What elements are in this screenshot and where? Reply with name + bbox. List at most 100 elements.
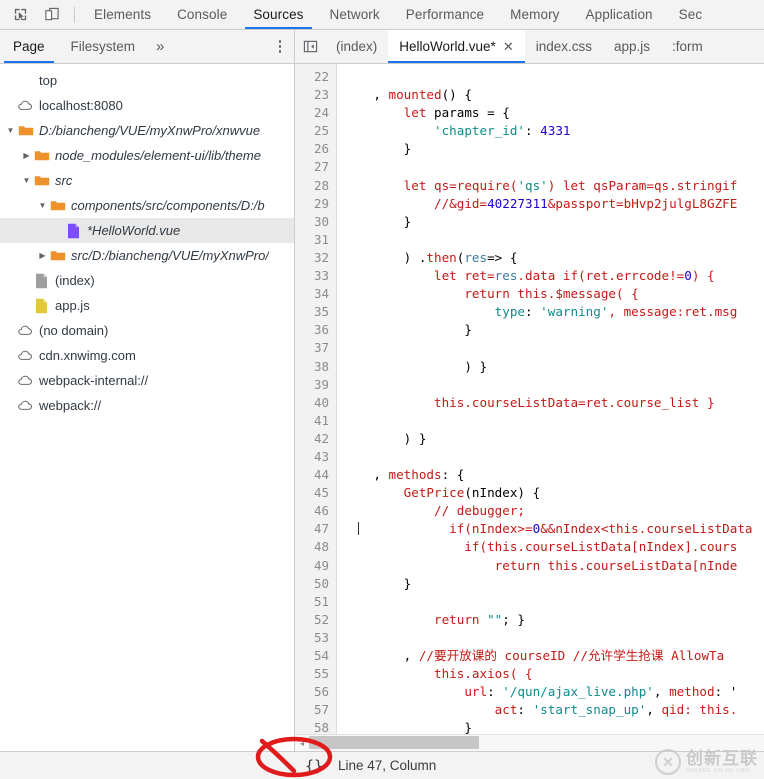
line-number[interactable]: 33 bbox=[295, 267, 329, 285]
code-line[interactable]: return this.courseListData[nInde bbox=[343, 557, 764, 575]
code-line[interactable]: return this.$message( { bbox=[343, 285, 764, 303]
tree-item[interactable]: app.js bbox=[0, 293, 294, 318]
line-number[interactable]: 22 bbox=[295, 68, 329, 86]
tree-item[interactable]: (no domain) bbox=[0, 318, 294, 343]
scroll-left-arrow-icon[interactable]: ◂ bbox=[295, 739, 309, 748]
code-line[interactable]: this.courseListData=ret.course_list } bbox=[343, 394, 764, 412]
line-number[interactable]: 48 bbox=[295, 538, 329, 556]
code-line[interactable]: if(this.courseListData[nIndex].cours bbox=[343, 538, 764, 556]
line-number[interactable]: 54 bbox=[295, 647, 329, 665]
code-line[interactable]: type: 'warning', message:ret.msg bbox=[343, 303, 764, 321]
code-line[interactable] bbox=[343, 412, 764, 430]
scrollbar-thumb[interactable] bbox=[309, 736, 479, 749]
line-number[interactable]: 42 bbox=[295, 430, 329, 448]
code-line[interactable]: return ""; } bbox=[343, 611, 764, 629]
code-line[interactable]: , mounted() { bbox=[343, 86, 764, 104]
tree-item[interactable]: webpack:// bbox=[0, 393, 294, 418]
line-number[interactable]: 47 bbox=[295, 520, 329, 538]
line-number[interactable]: 25 bbox=[295, 122, 329, 140]
code-line[interactable]: url: '/qun/ajax_live.php', method: ' bbox=[343, 683, 764, 701]
code-editor[interactable]: 2223242526272829303132333435363738394041… bbox=[295, 64, 764, 734]
code-line[interactable]: } bbox=[343, 321, 764, 339]
code-line[interactable]: let ret=res.data if(ret.errcode!=0) { bbox=[343, 267, 764, 285]
inspect-element-icon[interactable] bbox=[7, 3, 33, 27]
chevron-right-icon[interactable]: ▶ bbox=[20, 151, 33, 160]
tab-security[interactable]: Sec bbox=[666, 0, 716, 29]
line-number[interactable]: 50 bbox=[295, 575, 329, 593]
tree-item[interactable]: *HelloWorld.vue bbox=[0, 218, 294, 243]
code-content[interactable]: , mounted() { let params = { 'chapter_id… bbox=[337, 64, 764, 734]
pretty-print-button[interactable]: {} bbox=[301, 755, 327, 776]
close-icon[interactable]: ✕ bbox=[503, 40, 514, 53]
code-line[interactable]: } bbox=[343, 140, 764, 158]
line-number[interactable]: 43 bbox=[295, 448, 329, 466]
code-line[interactable] bbox=[343, 68, 764, 86]
line-number[interactable]: 40 bbox=[295, 394, 329, 412]
tab-elements[interactable]: Elements bbox=[81, 0, 164, 29]
line-number[interactable]: 41 bbox=[295, 412, 329, 430]
chevron-down-icon[interactable]: ▼ bbox=[4, 126, 17, 135]
code-line[interactable] bbox=[343, 158, 764, 176]
show-navigator-icon[interactable] bbox=[295, 30, 325, 63]
line-number[interactable]: 26 bbox=[295, 140, 329, 158]
editor-tab-form[interactable]: :form bbox=[661, 30, 714, 63]
line-number[interactable]: 46 bbox=[295, 502, 329, 520]
device-toolbar-icon[interactable] bbox=[39, 3, 65, 27]
tab-sources[interactable]: Sources bbox=[240, 0, 316, 29]
tab-console[interactable]: Console bbox=[164, 0, 240, 29]
code-line[interactable]: let qs=require('qs') let qsParam=qs.stri… bbox=[343, 177, 764, 195]
line-number[interactable]: 44 bbox=[295, 466, 329, 484]
line-number[interactable]: 49 bbox=[295, 557, 329, 575]
tab-memory[interactable]: Memory bbox=[497, 0, 572, 29]
tree-item[interactable]: ▶node_modules/element-ui/lib/theme bbox=[0, 143, 294, 168]
code-line[interactable]: , methods: { bbox=[343, 466, 764, 484]
line-number[interactable]: 45 bbox=[295, 484, 329, 502]
tree-item[interactable]: ▶src/D:/biancheng/VUE/myXnwPro/ bbox=[0, 243, 294, 268]
line-number[interactable]: 52 bbox=[295, 611, 329, 629]
code-line[interactable] bbox=[343, 448, 764, 466]
code-line[interactable]: if(nIndex>=0&&nIndex<this.courseListData bbox=[343, 520, 764, 538]
line-number[interactable]: 37 bbox=[295, 339, 329, 357]
line-number[interactable]: 35 bbox=[295, 303, 329, 321]
tab-network[interactable]: Network bbox=[317, 0, 393, 29]
nav-more-tabs-icon[interactable]: » bbox=[148, 30, 172, 63]
code-line[interactable]: ) .then(res=> { bbox=[343, 249, 764, 267]
chevron-down-icon[interactable]: ▼ bbox=[20, 176, 33, 185]
code-line[interactable]: ) } bbox=[343, 430, 764, 448]
line-number[interactable]: 56 bbox=[295, 683, 329, 701]
line-number[interactable]: 34 bbox=[295, 285, 329, 303]
code-line[interactable] bbox=[343, 629, 764, 647]
code-line[interactable]: ) } bbox=[343, 358, 764, 376]
tree-item[interactable]: webpack-internal:// bbox=[0, 368, 294, 393]
editor-tab-app-js[interactable]: app.js bbox=[603, 30, 661, 63]
tree-item[interactable]: ▼src bbox=[0, 168, 294, 193]
tree-item[interactable]: cdn.xnwimg.com bbox=[0, 343, 294, 368]
tab-application[interactable]: Application bbox=[573, 0, 666, 29]
line-number[interactable]: 30 bbox=[295, 213, 329, 231]
code-line[interactable]: } bbox=[343, 213, 764, 231]
nav-tab-filesystem[interactable]: Filesystem bbox=[58, 30, 149, 63]
code-line[interactable]: } bbox=[343, 719, 764, 734]
line-number[interactable]: 32 bbox=[295, 249, 329, 267]
editor-tab-index[interactable]: (index) bbox=[325, 30, 388, 63]
line-number[interactable]: 31 bbox=[295, 231, 329, 249]
code-line[interactable] bbox=[343, 339, 764, 357]
code-line[interactable]: GetPrice(nIndex) { bbox=[343, 484, 764, 502]
code-line[interactable]: let params = { bbox=[343, 104, 764, 122]
line-number[interactable]: 28 bbox=[295, 177, 329, 195]
editor-tab-helloworld-vue[interactable]: HelloWorld.vue* ✕ bbox=[388, 30, 524, 63]
editor-tab-index-css[interactable]: index.css bbox=[525, 30, 603, 63]
code-line[interactable] bbox=[343, 231, 764, 249]
code-line[interactable]: , //要开放课的 courseID //允许学生抢课 AllowTa bbox=[343, 647, 764, 665]
code-line[interactable] bbox=[343, 593, 764, 611]
tab-performance[interactable]: Performance bbox=[393, 0, 497, 29]
line-number[interactable]: 57 bbox=[295, 701, 329, 719]
line-number[interactable]: 39 bbox=[295, 376, 329, 394]
line-number[interactable]: 27 bbox=[295, 158, 329, 176]
code-line[interactable]: this.axios( { bbox=[343, 665, 764, 683]
line-number[interactable]: 58 bbox=[295, 719, 329, 734]
code-line[interactable]: } bbox=[343, 575, 764, 593]
line-number[interactable]: 53 bbox=[295, 629, 329, 647]
line-number[interactable]: 36 bbox=[295, 321, 329, 339]
tree-item[interactable]: localhost:8080 bbox=[0, 93, 294, 118]
